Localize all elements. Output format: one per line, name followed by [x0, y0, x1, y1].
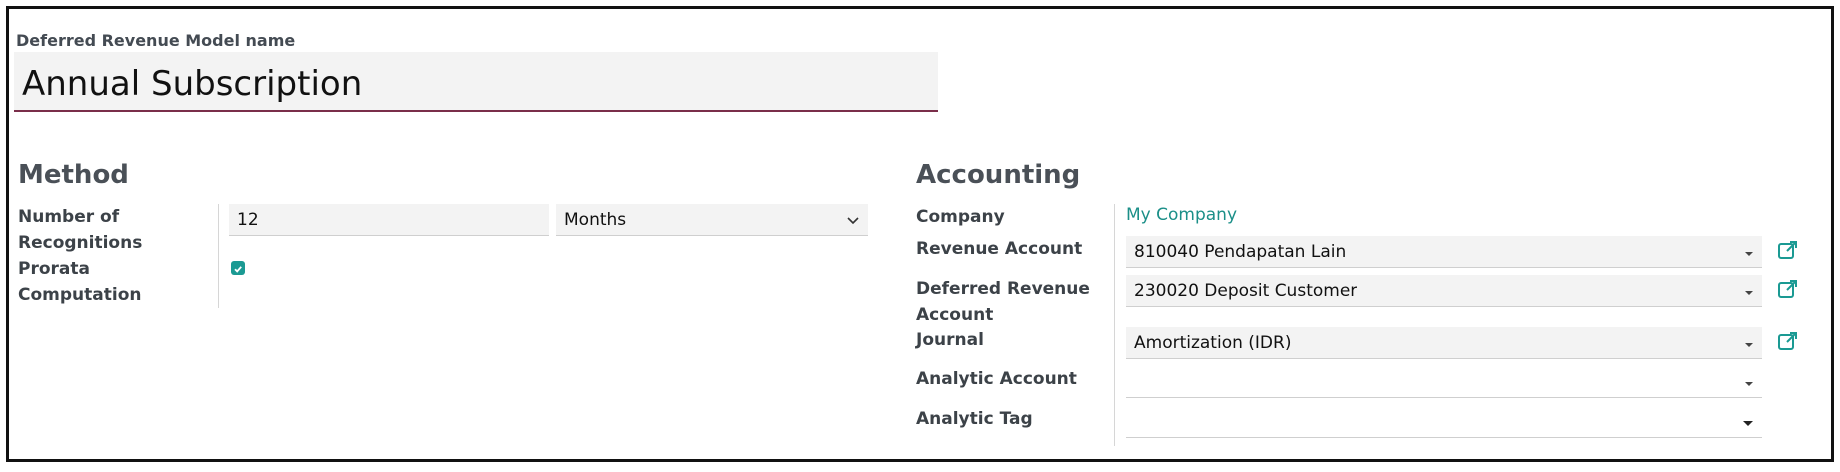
- deferred-revenue-account-label: Deferred Revenue Account: [916, 279, 1090, 325]
- caret-down-icon: [1744, 242, 1754, 262]
- caret-down-icon: [1744, 333, 1754, 353]
- accounting-section-title: Accounting: [916, 160, 1081, 190]
- company-link[interactable]: My Company: [1126, 205, 1237, 225]
- period-unit-select[interactable]: Months: [556, 204, 868, 236]
- analytic-account-select[interactable]: [1126, 366, 1762, 398]
- method-label-separator: [218, 204, 219, 308]
- revenue-account-select[interactable]: 810040 Pendapatan Lain: [1126, 236, 1762, 268]
- method-section-title: Method: [18, 160, 129, 190]
- analytic-tag-label: Analytic Tag: [916, 409, 1033, 429]
- revenue-account-label: Revenue Account: [916, 239, 1083, 259]
- model-name-label: Deferred Revenue Model name: [16, 31, 296, 50]
- journal-select[interactable]: Amortization (IDR): [1126, 327, 1762, 359]
- caret-down-icon: [1744, 281, 1754, 301]
- journal-label: Journal: [916, 330, 984, 350]
- check-icon: [233, 259, 243, 278]
- prorata-checkbox[interactable]: [231, 261, 245, 275]
- analytic-account-label: Analytic Account: [916, 369, 1077, 389]
- recognitions-label: Number of Recognitions: [18, 207, 143, 253]
- analytic-tag-select[interactable]: [1126, 406, 1762, 438]
- recognitions-input[interactable]: [229, 204, 549, 236]
- caret-down-icon: [1744, 372, 1754, 392]
- caret-down-icon: [1742, 412, 1754, 432]
- chevron-down-icon: [846, 210, 860, 230]
- accounting-label-separator: [1114, 204, 1115, 446]
- deferred-revenue-external-link-icon[interactable]: [1776, 277, 1800, 301]
- model-name-input[interactable]: [14, 52, 938, 112]
- revenue-account-external-link-icon[interactable]: [1776, 238, 1800, 262]
- company-label: Company: [916, 207, 1005, 227]
- prorata-label: Prorata Computation: [18, 259, 142, 305]
- deferred-revenue-account-select[interactable]: 230020 Deposit Customer: [1126, 275, 1762, 307]
- journal-external-link-icon[interactable]: [1776, 329, 1800, 353]
